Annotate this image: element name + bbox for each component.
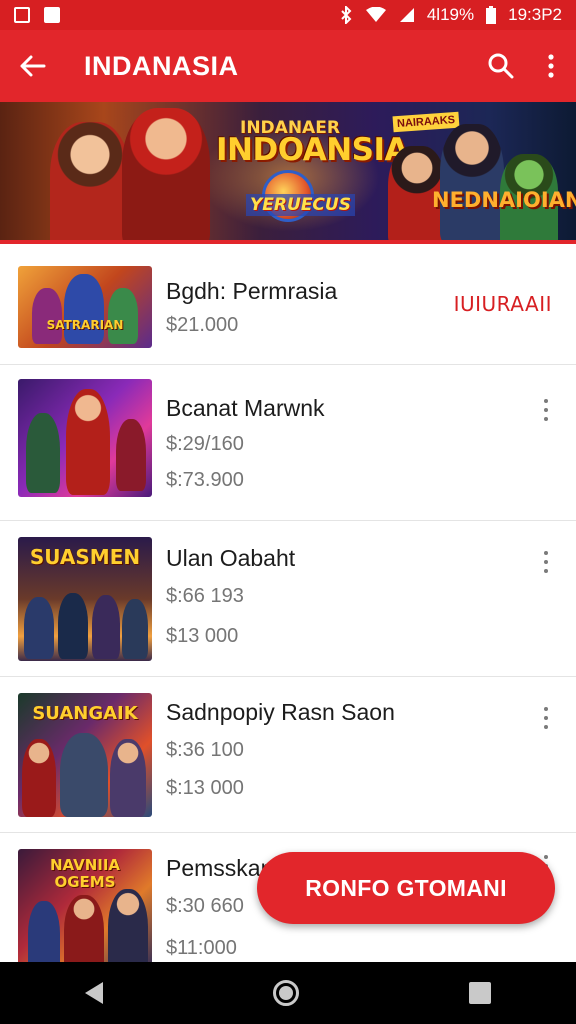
hero-character-blue (440, 124, 504, 240)
item-name: Sadnpopiy Rasn Saon (166, 699, 395, 725)
thumb-figure (22, 739, 56, 817)
more-vert-icon (548, 54, 554, 78)
app-bar: INDANASIA (0, 30, 576, 102)
item-more-button[interactable] (538, 549, 554, 575)
item-thumbnail: NAVNIIA OGEMS (18, 849, 152, 973)
item-price-secondary: $13 000 (166, 625, 239, 647)
nav-recents-icon[interactable] (469, 982, 491, 1004)
system-nav-bar (0, 962, 576, 1024)
item-thumbnail: SATRARIAN (18, 266, 152, 348)
item-more-button[interactable] (538, 705, 554, 731)
thumb-figure (66, 389, 110, 495)
thumb-figure (116, 419, 146, 491)
bluetooth-icon (341, 6, 352, 24)
signal-icon (399, 8, 414, 22)
item-name: Bgdh: Permrasia (166, 278, 338, 304)
banner-main-title: INDOANSIA (216, 132, 409, 168)
page-title: INDANASIA (84, 50, 239, 81)
item-more-button[interactable] (538, 397, 554, 423)
hero-character-boy (122, 108, 210, 240)
thumb-figure (60, 733, 108, 817)
promo-banner[interactable]: INDANAER INDOANSIA YERUECUS NAIRAAKS NED… (0, 102, 576, 244)
item-thumbnail (18, 379, 152, 497)
thumb-figure (32, 288, 62, 344)
item-price-secondary: $11:000 (166, 937, 237, 959)
image-notification-icon (44, 7, 60, 23)
back-button[interactable] (0, 30, 64, 102)
primary-action-button[interactable]: RONFO GTOMANI (257, 852, 555, 924)
nav-home-icon[interactable] (273, 980, 299, 1006)
battery-percent: 4l19% (426, 5, 475, 24)
wifi-icon (365, 7, 386, 22)
thumb-figure (26, 413, 60, 493)
thumb-figure (24, 597, 54, 659)
banner-tag: NAIRAAKS (392, 111, 460, 133)
thumb-figure (110, 739, 146, 817)
item-price-secondary: $:13 000 (166, 777, 244, 799)
item-name: Ulan Oabaht (166, 545, 296, 571)
banner-emblem-label: YERUECUS (246, 194, 355, 216)
thumb-title: SUASMEN (29, 545, 141, 569)
item-price: $21.000 (166, 314, 239, 336)
thumb-title: SATRARIAN (46, 318, 124, 332)
overflow-menu-button[interactable] (526, 30, 576, 102)
search-button[interactable] (476, 30, 526, 102)
hero-character-girl (50, 122, 130, 240)
thumb-figure (122, 599, 148, 659)
battery-icon (486, 6, 497, 24)
item-thumbnail: SUANGAIK (18, 693, 152, 817)
thumb-figure (108, 889, 148, 973)
mail-notification-icon (14, 7, 30, 23)
thumb-figure (58, 593, 88, 659)
status-bar: 4l19% 19:3P2 (0, 0, 576, 30)
item-name: Bcanat Marwnk (166, 395, 325, 421)
banner-right-title: NEDNAIOIAN (432, 188, 576, 212)
item-price: $:29/160 (166, 433, 244, 455)
item-thumbnail: SUASMEN (18, 537, 152, 661)
search-icon (488, 53, 514, 79)
thumb-title: SUANGAIK (32, 703, 138, 724)
list-item[interactable]: Bcanat Marwnk $:29/160 $:73.900 (0, 365, 576, 521)
nav-back-icon[interactable] (85, 982, 103, 1004)
item-price: $:66 193 (166, 585, 244, 607)
thumb-figure (108, 288, 138, 344)
item-price: $:36 100 (166, 739, 244, 761)
item-price: $:30 660 (166, 895, 244, 917)
thumb-title: NAVNIIA OGEMS (49, 856, 121, 891)
item-status-label[interactable]: IUIURAAII (454, 292, 552, 316)
thumb-figure (92, 595, 120, 659)
back-arrow-icon (20, 55, 46, 77)
clock: 19:3P2 (508, 5, 562, 24)
list-item[interactable]: SUASMEN Ulan Oabaht $:66 193 $13 000 (0, 521, 576, 677)
list-item[interactable]: SUANGAIK Sadnpopiy Rasn Saon $:36 100 $:… (0, 677, 576, 833)
list-item[interactable]: SATRARIAN Bgdh: Permrasia $21.000 IUIURA… (0, 248, 576, 365)
item-price-secondary: $:73.900 (166, 469, 244, 491)
thumb-figure (64, 274, 104, 344)
